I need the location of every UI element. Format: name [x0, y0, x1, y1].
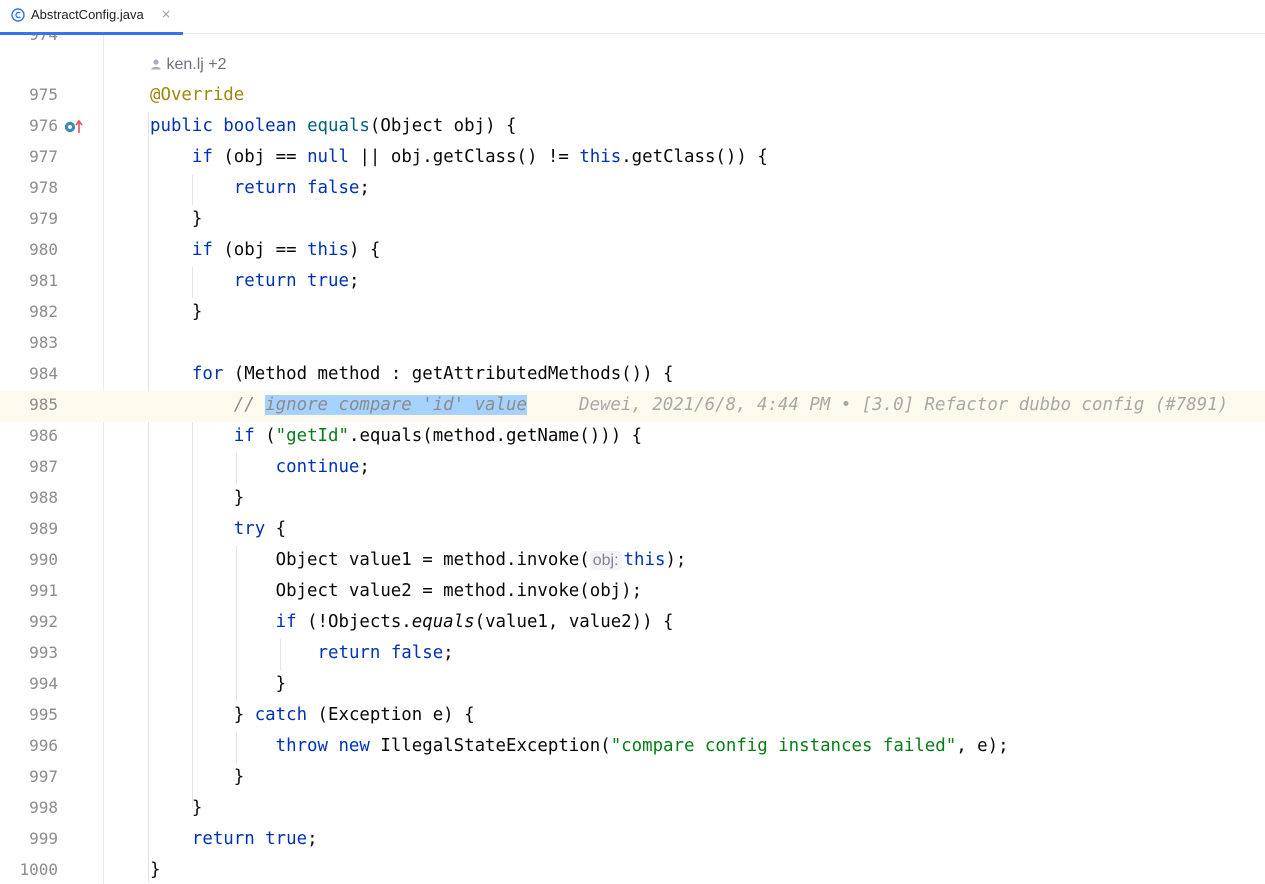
code-line: 993 return false; [0, 639, 1265, 670]
code-line: 979 } [0, 205, 1265, 236]
code-text: if (obj == this) { [191, 240, 381, 260]
tab-abstract-config[interactable]: AbstractConfig.java × [0, 0, 183, 35]
line-number: 983 [29, 333, 58, 352]
code-author-hint[interactable]: ken.lj +2 [150, 56, 227, 74]
code-line: 987 continue; [0, 453, 1265, 484]
implements-override-icon[interactable] [64, 119, 84, 135]
code-line: 989 try { [0, 515, 1265, 546]
code-line: 992 if (!Objects.equals(value1, value2))… [0, 608, 1265, 639]
code-line: 977 if (obj == null || obj.getClass() !=… [0, 143, 1265, 174]
line-number: 994 [29, 674, 58, 693]
code-text: } catch (Exception e) { [150, 705, 475, 725]
line-number: 979 [29, 209, 58, 228]
code-text: return true; [191, 829, 318, 849]
person-icon [151, 59, 161, 70]
line-number: 985 [29, 395, 58, 414]
line-number: 998 [29, 798, 58, 817]
tab-title: AbstractConfig.java [31, 7, 144, 22]
close-icon[interactable]: × [161, 7, 171, 21]
line-number: 984 [29, 364, 58, 383]
code-line: 1000 } [0, 856, 1265, 884]
code-text: if ("getId".equals(method.getName())) { [233, 426, 643, 446]
code-text: continue; [275, 457, 370, 477]
line-number: 990 [29, 550, 58, 569]
line-number: 980 [29, 240, 58, 259]
code-line: 996 throw new IllegalStateException("com… [0, 732, 1265, 763]
code-line: 991 Object value2 = method.invoke(obj); [0, 577, 1265, 608]
code-line: 976 public boolean equals(Object obj) { [0, 112, 1265, 143]
code-line: 980 if (obj == this) { [0, 236, 1265, 267]
code-text: } [150, 767, 245, 787]
line-number: 996 [29, 736, 58, 755]
code-line: 981 return true; [0, 267, 1265, 298]
code-text: } [150, 860, 161, 880]
author-hint-label: ken.lj +2 [166, 56, 227, 73]
line-number: 988 [29, 488, 58, 507]
code-text: if (obj == null || obj.getClass() != thi… [191, 147, 768, 167]
line-number: 991 [29, 581, 58, 600]
code-text: // ignore compare 'id' value [233, 395, 527, 415]
line-number: 1000 [19, 860, 58, 879]
code-text: throw new IllegalStateException("compare… [275, 736, 1009, 756]
code-line: 984 for (Method method : getAttributedMe… [0, 360, 1265, 391]
code-text: } [150, 488, 245, 508]
line-number: 974 [29, 35, 58, 44]
line-number: 992 [29, 612, 58, 631]
line-number: 997 [29, 767, 58, 786]
code-text: public boolean equals(Object obj) { [150, 116, 517, 136]
code-text: } [150, 209, 203, 229]
code-text: return true; [233, 271, 360, 291]
line-number: 977 [29, 147, 58, 166]
code-line: 998 } [0, 794, 1265, 825]
line-number: 993 [29, 643, 58, 662]
parameter-hint: obj: [589, 551, 622, 570]
code-text: return false; [233, 178, 370, 198]
line-number: 976 [29, 116, 58, 135]
code-text: Object value1 = method.invoke(obj: this); [150, 550, 687, 570]
code-line: 999 return true; [0, 825, 1265, 856]
line-number: 982 [29, 302, 58, 321]
line-number: 999 [29, 829, 58, 848]
code-editor[interactable]: 974 ken.lj +2 975 @Override 976 public b… [0, 35, 1265, 884]
code-text: @Override [150, 85, 245, 105]
code-line: 975 @Override [0, 81, 1265, 112]
line-number: 975 [29, 85, 58, 104]
code-line: 983 [0, 329, 1265, 360]
text-selection[interactable]: ignore compare 'id' value [265, 395, 527, 415]
code-line: 974 [0, 35, 1265, 52]
java-class-icon [11, 8, 25, 22]
code-text: } [150, 302, 203, 322]
code-line: 990 Object value1 = method.invoke(obj: th… [0, 546, 1265, 577]
code-text: } [150, 798, 203, 818]
current-code-line: 985 // ignore compare 'id' value Dewei, … [0, 391, 1265, 422]
code-line: 982 } [0, 298, 1265, 329]
line-number: 986 [29, 426, 58, 445]
code-line: 978 return false; [0, 174, 1265, 205]
code-line: 997 } [0, 763, 1265, 794]
code-text: Object value2 = method.invoke(obj); [150, 581, 643, 601]
git-blame-annotation[interactable]: Dewei, 2021/6/8, 4:44 PM • [3.0] Refacto… [579, 395, 1228, 415]
editor-tab-bar: AbstractConfig.java × [0, 0, 1265, 35]
code-text: if (!Objects.equals(value1, value2)) { [275, 612, 674, 632]
line-number: 987 [29, 457, 58, 476]
code-text: return false; [317, 643, 454, 663]
line-number: 995 [29, 705, 58, 724]
line-number: 978 [29, 178, 58, 197]
code-text: try { [233, 519, 287, 539]
code-text: } [150, 674, 287, 694]
line-number: 989 [29, 519, 58, 538]
code-line: 994 } [0, 670, 1265, 701]
line-number: 981 [29, 271, 58, 290]
code-line: 995 } catch (Exception e) { [0, 701, 1265, 732]
code-line: 988 } [0, 484, 1265, 515]
code-line: 986 if ("getId".equals(method.getName())… [0, 422, 1265, 453]
code-text: for (Method method : getAttributedMethod… [191, 364, 674, 384]
